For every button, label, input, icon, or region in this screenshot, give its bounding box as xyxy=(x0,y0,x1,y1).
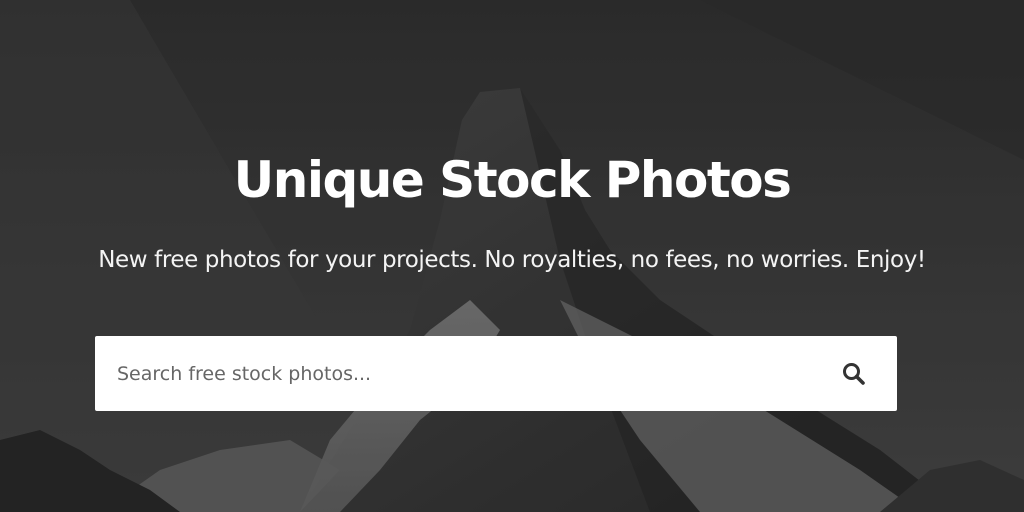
search-icon xyxy=(843,362,865,385)
page-title: Unique Stock Photos xyxy=(233,151,792,209)
search-input[interactable] xyxy=(95,336,811,411)
hero-section: Unique Stock Photos New free photos for … xyxy=(0,0,1024,512)
page-subtitle: New free photos for your projects. No ro… xyxy=(98,247,926,273)
search-bar xyxy=(95,336,897,411)
search-button[interactable] xyxy=(811,336,897,411)
